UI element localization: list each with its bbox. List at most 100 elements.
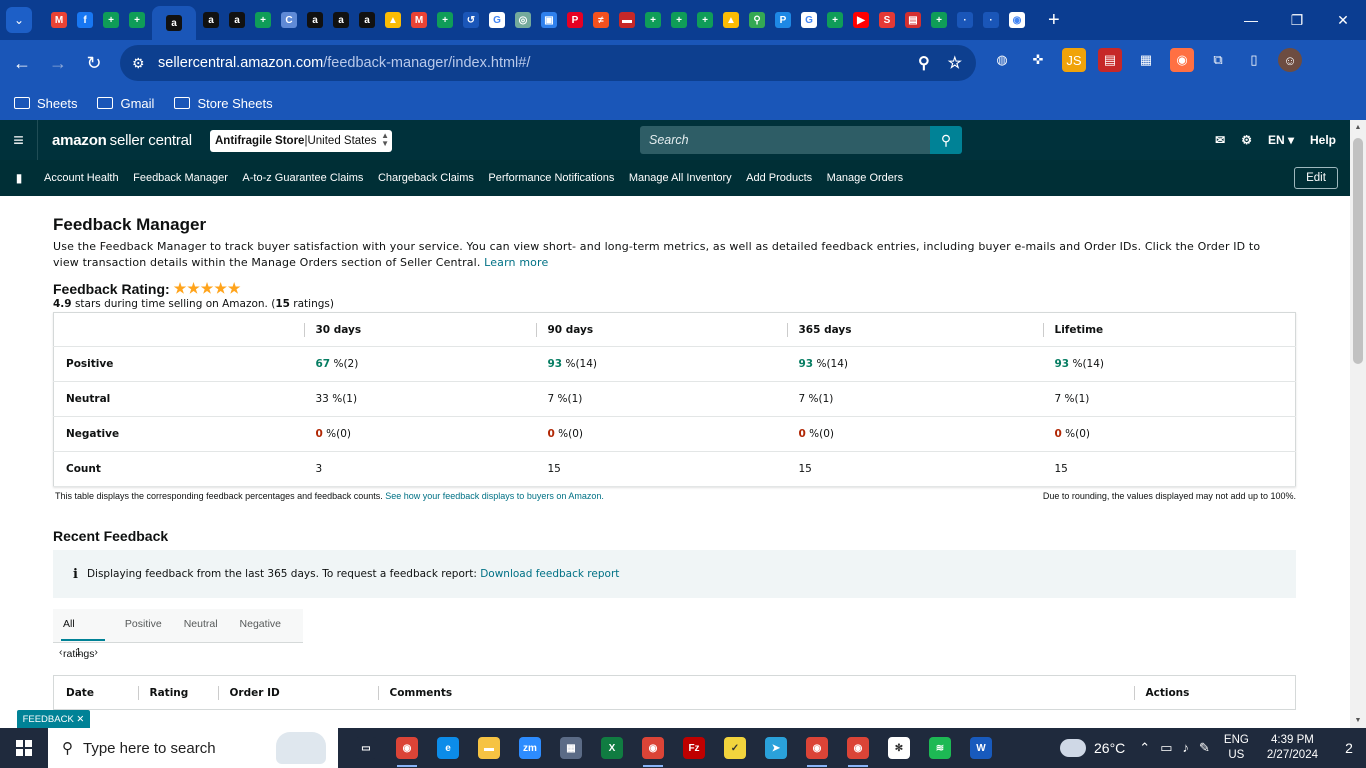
browser-tab[interactable]: +: [926, 4, 952, 36]
taskbar-app[interactable]: ◉: [799, 728, 835, 768]
globe-icon[interactable]: ◍: [990, 48, 1014, 72]
taskbar-app[interactable]: ≋: [922, 728, 958, 768]
extensions-icon[interactable]: ⧉: [1206, 48, 1230, 72]
browser-tab[interactable]: P: [562, 4, 588, 36]
next-page-icon[interactable]: ›: [94, 646, 98, 658]
browser-tab[interactable]: ·: [978, 4, 1004, 36]
site-settings-icon[interactable]: ⚙: [132, 55, 152, 72]
nav-link[interactable]: Manage All Inventory: [629, 172, 732, 184]
search-input[interactable]: [640, 126, 930, 154]
edit-button[interactable]: Edit: [1294, 167, 1338, 189]
reload-icon[interactable]: ↻: [76, 45, 112, 81]
volume-icon[interactable]: ♪: [1183, 740, 1190, 756]
close-button[interactable]: ✕: [1320, 0, 1366, 40]
browser-tab[interactable]: +: [640, 4, 666, 36]
gear-icon[interactable]: ⚙: [1241, 133, 1252, 147]
js-icon[interactable]: JS: [1062, 48, 1086, 72]
taskbar-search[interactable]: ⚲ Type here to search: [48, 728, 338, 768]
page-scrollbar[interactable]: ▲ ▼: [1350, 120, 1366, 728]
browser-tab[interactable]: G: [484, 4, 510, 36]
browser-tab[interactable]: ▬: [614, 4, 640, 36]
browser-tab[interactable]: ▤: [900, 4, 926, 36]
browser-tab[interactable]: G: [796, 4, 822, 36]
browser-tab[interactable]: ⚲: [744, 4, 770, 36]
browser-tab[interactable]: ↺: [458, 4, 484, 36]
taskbar-app[interactable]: ▭: [348, 728, 384, 768]
browser-tab[interactable]: +: [666, 4, 692, 36]
browser-tab[interactable]: C: [276, 4, 302, 36]
page-number[interactable]: 1: [76, 646, 82, 658]
zoom-icon[interactable]: ⚲: [918, 53, 930, 73]
browser-tab[interactable]: ◎: [510, 4, 536, 36]
scroll-down-icon[interactable]: ▼: [1350, 717, 1366, 724]
browser-tab[interactable]: a: [198, 4, 224, 36]
mail-icon[interactable]: ✉: [1215, 133, 1225, 147]
help-link[interactable]: Help: [1310, 133, 1336, 147]
bookmark-sheets[interactable]: Sheets: [14, 96, 77, 111]
clock[interactable]: 4:39 PM 2/27/2024: [1267, 733, 1318, 763]
browser-tab[interactable]: a: [152, 6, 196, 40]
browser-tab[interactable]: S: [874, 4, 900, 36]
browser-tab[interactable]: +: [124, 4, 150, 36]
taskbar-app[interactable]: ◉: [389, 728, 425, 768]
pen-icon[interactable]: ✎: [1199, 740, 1210, 756]
browser-tab[interactable]: a: [302, 4, 328, 36]
taskbar-app[interactable]: X: [594, 728, 630, 768]
search-button[interactable]: ⚲: [930, 126, 962, 154]
browser-tab[interactable]: f: [72, 4, 98, 36]
nav-link[interactable]: Manage Orders: [827, 172, 903, 184]
browser-tab[interactable]: ▶: [848, 4, 874, 36]
url-text[interactable]: sellercentral.amazon.com/feedback-manage…: [158, 55, 530, 71]
color-icon[interactable]: ◉: [1170, 48, 1194, 72]
nav-link[interactable]: Account Health: [44, 172, 119, 184]
back-icon[interactable]: ←: [4, 45, 40, 81]
browser-tab[interactable]: a: [328, 4, 354, 36]
puzzle-blue-icon[interactable]: ✜: [1026, 48, 1050, 72]
browser-tab[interactable]: +: [432, 4, 458, 36]
start-button[interactable]: [0, 728, 48, 768]
filter-tab[interactable]: All ratings: [61, 609, 105, 660]
bookmark-gmail[interactable]: Gmail: [97, 96, 154, 111]
browser-tab[interactable]: +: [98, 4, 124, 36]
taskbar-app[interactable]: zm: [512, 728, 548, 768]
filter-tab[interactable]: Negative: [240, 609, 281, 643]
scroll-up-icon[interactable]: ▲: [1350, 124, 1366, 131]
taskbar-app[interactable]: e: [430, 728, 466, 768]
notifications-icon[interactable]: 2: [1332, 740, 1366, 756]
nav-link[interactable]: Chargeback Claims: [378, 172, 474, 184]
bookmark-store-sheets[interactable]: Store Sheets: [174, 96, 273, 111]
browser-tab[interactable]: a: [354, 4, 380, 36]
tab-search-button[interactable]: ⌄: [6, 7, 32, 33]
language-selector[interactable]: EN ▾: [1268, 133, 1294, 147]
nav-link[interactable]: Add Products: [746, 172, 812, 184]
buyer-display-link[interactable]: See how your feedback displays to buyers…: [385, 491, 604, 501]
nav-link[interactable]: A-to-z Guarantee Claims: [242, 172, 363, 184]
taskbar-app[interactable]: ◉: [840, 728, 876, 768]
browser-tab[interactable]: ▣: [536, 4, 562, 36]
browser-tab[interactable]: M: [46, 4, 72, 36]
battery-icon[interactable]: ▭: [1160, 740, 1172, 756]
taskbar-app[interactable]: W: [963, 728, 999, 768]
minimize-button[interactable]: —: [1228, 0, 1274, 40]
nav-link[interactable]: Feedback Manager: [133, 172, 228, 184]
taskbar-app[interactable]: ▬: [471, 728, 507, 768]
browser-tab[interactable]: ≠: [588, 4, 614, 36]
seller-central-logo[interactable]: amazon seller central: [52, 132, 192, 149]
browser-tab[interactable]: ▲: [718, 4, 744, 36]
nav-link[interactable]: Performance Notifications: [488, 172, 614, 184]
feedback-tab[interactable]: FEEDBACK ✕: [17, 710, 90, 728]
browser-tab[interactable]: M: [406, 4, 432, 36]
taskbar-app[interactable]: ✻: [881, 728, 917, 768]
menu-icon[interactable]: ≡: [0, 120, 38, 160]
new-tab-button[interactable]: +: [1048, 9, 1060, 32]
browser-tab[interactable]: ·: [952, 4, 978, 36]
browser-tab[interactable]: ▲: [380, 4, 406, 36]
browser-tab[interactable]: +: [692, 4, 718, 36]
profile-avatar[interactable]: ☺: [1278, 48, 1302, 72]
filter-tab[interactable]: Positive: [125, 609, 162, 643]
qr-icon[interactable]: ▦: [1134, 48, 1158, 72]
address-bar[interactable]: ⚙ sellercentral.amazon.com/feedback-mana…: [120, 45, 976, 81]
download-report-link[interactable]: Download feedback report: [480, 568, 619, 580]
filter-tab[interactable]: Neutral: [184, 609, 218, 643]
browser-tab[interactable]: +: [822, 4, 848, 36]
